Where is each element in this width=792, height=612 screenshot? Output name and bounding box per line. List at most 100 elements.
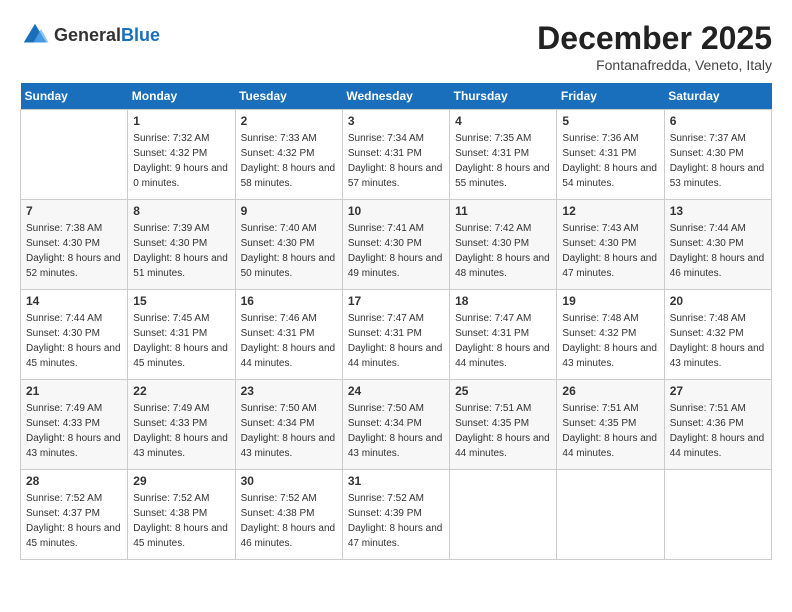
week-row-4: 21 Sunrise: 7:49 AMSunset: 4:33 PMDayligh…	[21, 380, 772, 470]
day-number: 20	[670, 294, 766, 308]
day-number: 19	[562, 294, 658, 308]
calendar-cell: 15 Sunrise: 7:45 AMSunset: 4:31 PMDayligh…	[128, 290, 235, 380]
col-tuesday: Tuesday	[235, 83, 342, 110]
cell-info: Sunrise: 7:46 AMSunset: 4:31 PMDaylight:…	[241, 311, 337, 371]
calendar-cell: 3Sunrise: 7:34 AMSunset: 4:31 PMDaylight…	[342, 110, 449, 200]
cell-info: Sunrise: 7:50 AMSunset: 4:34 PMDaylight:…	[241, 401, 337, 461]
week-row-1: 1Sunrise: 7:32 AMSunset: 4:32 PMDaylight…	[21, 110, 772, 200]
calendar-cell: 30 Sunrise: 7:52 AMSunset: 4:38 PMDayligh…	[235, 470, 342, 560]
calendar-cell: 14 Sunrise: 7:44 AMSunset: 4:30 PMDayligh…	[21, 290, 128, 380]
cell-info: Sunrise: 7:51 AMSunset: 4:36 PMDaylight:…	[670, 401, 766, 461]
cell-info: Sunrise: 7:34 AMSunset: 4:31 PMDaylight:…	[348, 131, 444, 191]
calendar-cell: 8 Sunrise: 7:39 AMSunset: 4:30 PMDaylight…	[128, 200, 235, 290]
calendar-cell: 23 Sunrise: 7:50 AMSunset: 4:34 PMDayligh…	[235, 380, 342, 470]
logo-icon	[20, 20, 50, 50]
calendar-cell: 26 Sunrise: 7:51 AMSunset: 4:35 PMDayligh…	[557, 380, 664, 470]
day-number: 4	[455, 114, 551, 128]
day-number: 24	[348, 384, 444, 398]
calendar-cell: 27 Sunrise: 7:51 AMSunset: 4:36 PMDayligh…	[664, 380, 771, 470]
calendar-cell: 2 Sunrise: 7:33 AMSunset: 4:32 PMDaylight…	[235, 110, 342, 200]
calendar-cell: 31 Sunrise: 7:52 AMSunset: 4:39 PMDayligh…	[342, 470, 449, 560]
day-number: 31	[348, 474, 444, 488]
day-number: 23	[241, 384, 337, 398]
cell-info: Sunrise: 7:41 AMSunset: 4:30 PMDaylight:…	[348, 221, 444, 281]
calendar-cell	[664, 470, 771, 560]
day-number: 18	[455, 294, 551, 308]
calendar-table: Sunday Monday Tuesday Wednesday Thursday…	[20, 83, 772, 560]
day-number: 12	[562, 204, 658, 218]
cell-info: Sunrise: 7:49 AMSunset: 4:33 PMDaylight:…	[26, 401, 122, 461]
cell-info: Sunrise: 7:49 AMSunset: 4:33 PMDaylight:…	[133, 401, 229, 461]
calendar-cell: 1Sunrise: 7:32 AMSunset: 4:32 PMDaylight…	[128, 110, 235, 200]
day-number: 25	[455, 384, 551, 398]
calendar-cell: 16 Sunrise: 7:46 AMSunset: 4:31 PMDayligh…	[235, 290, 342, 380]
calendar-cell: 4Sunrise: 7:35 AMSunset: 4:31 PMDaylight…	[450, 110, 557, 200]
col-thursday: Thursday	[450, 83, 557, 110]
col-friday: Friday	[557, 83, 664, 110]
calendar-cell: 10 Sunrise: 7:41 AMSunset: 4:30 PMDayligh…	[342, 200, 449, 290]
cell-info: Sunrise: 7:50 AMSunset: 4:34 PMDaylight:…	[348, 401, 444, 461]
calendar-cell	[21, 110, 128, 200]
day-number: 30	[241, 474, 337, 488]
cell-info: Sunrise: 7:40 AMSunset: 4:30 PMDaylight:…	[241, 221, 337, 281]
cell-info: Sunrise: 7:48 AMSunset: 4:32 PMDaylight:…	[670, 311, 766, 371]
week-row-2: 7 Sunrise: 7:38 AMSunset: 4:30 PMDaylight…	[21, 200, 772, 290]
title-area: December 2025 Fontanafredda, Veneto, Ita…	[537, 20, 772, 73]
cell-info: Sunrise: 7:52 AMSunset: 4:39 PMDaylight:…	[348, 491, 444, 551]
calendar-cell: 6Sunrise: 7:37 AMSunset: 4:30 PMDaylight…	[664, 110, 771, 200]
col-wednesday: Wednesday	[342, 83, 449, 110]
day-number: 28	[26, 474, 122, 488]
calendar-cell: 5 Sunrise: 7:36 AMSunset: 4:31 PMDaylight…	[557, 110, 664, 200]
day-number: 9	[241, 204, 337, 218]
calendar-cell: 7 Sunrise: 7:38 AMSunset: 4:30 PMDaylight…	[21, 200, 128, 290]
logo: GeneralBlue	[20, 20, 160, 50]
day-number: 7	[26, 204, 122, 218]
cell-info: Sunrise: 7:44 AMSunset: 4:30 PMDaylight:…	[26, 311, 122, 371]
week-row-5: 28Sunrise: 7:52 AMSunset: 4:37 PMDayligh…	[21, 470, 772, 560]
col-monday: Monday	[128, 83, 235, 110]
cell-info: Sunrise: 7:37 AMSunset: 4:30 PMDaylight:…	[670, 131, 766, 191]
cell-info: Sunrise: 7:42 AMSunset: 4:30 PMDaylight:…	[455, 221, 551, 281]
day-number: 16	[241, 294, 337, 308]
cell-info: Sunrise: 7:47 AMSunset: 4:31 PMDaylight:…	[455, 311, 551, 371]
cell-info: Sunrise: 7:52 AMSunset: 4:38 PMDaylight:…	[133, 491, 229, 551]
col-saturday: Saturday	[664, 83, 771, 110]
calendar-cell: 9 Sunrise: 7:40 AMSunset: 4:30 PMDaylight…	[235, 200, 342, 290]
calendar-cell	[450, 470, 557, 560]
cell-info: Sunrise: 7:36 AMSunset: 4:31 PMDaylight:…	[562, 131, 658, 191]
cell-info: Sunrise: 7:51 AMSunset: 4:35 PMDaylight:…	[455, 401, 551, 461]
day-number: 17	[348, 294, 444, 308]
logo-blue: Blue	[121, 25, 160, 45]
day-number: 14	[26, 294, 122, 308]
cell-info: Sunrise: 7:44 AMSunset: 4:30 PMDaylight:…	[670, 221, 766, 281]
day-number: 10	[348, 204, 444, 218]
cell-info: Sunrise: 7:47 AMSunset: 4:31 PMDaylight:…	[348, 311, 444, 371]
cell-info: Sunrise: 7:45 AMSunset: 4:31 PMDaylight:…	[133, 311, 229, 371]
day-number: 21	[26, 384, 122, 398]
col-sunday: Sunday	[21, 83, 128, 110]
calendar-cell: 28Sunrise: 7:52 AMSunset: 4:37 PMDayligh…	[21, 470, 128, 560]
header: GeneralBlue December 2025 Fontanafredda,…	[20, 20, 772, 73]
cell-info: Sunrise: 7:52 AMSunset: 4:38 PMDaylight:…	[241, 491, 337, 551]
calendar-cell: 17 Sunrise: 7:47 AMSunset: 4:31 PMDayligh…	[342, 290, 449, 380]
cell-info: Sunrise: 7:51 AMSunset: 4:35 PMDaylight:…	[562, 401, 658, 461]
day-number: 26	[562, 384, 658, 398]
calendar-cell	[557, 470, 664, 560]
calendar-cell: 20 Sunrise: 7:48 AMSunset: 4:32 PMDayligh…	[664, 290, 771, 380]
day-number: 8	[133, 204, 229, 218]
day-number: 15	[133, 294, 229, 308]
day-number: 27	[670, 384, 766, 398]
calendar-cell: 29Sunrise: 7:52 AMSunset: 4:38 PMDayligh…	[128, 470, 235, 560]
calendar-cell: 24 Sunrise: 7:50 AMSunset: 4:34 PMDayligh…	[342, 380, 449, 470]
location-title: Fontanafredda, Veneto, Italy	[537, 57, 772, 73]
cell-info: Sunrise: 7:39 AMSunset: 4:30 PMDaylight:…	[133, 221, 229, 281]
day-number: 11	[455, 204, 551, 218]
day-number: 22	[133, 384, 229, 398]
month-title: December 2025	[537, 20, 772, 57]
calendar-cell: 25 Sunrise: 7:51 AMSunset: 4:35 PMDayligh…	[450, 380, 557, 470]
cell-info: Sunrise: 7:33 AMSunset: 4:32 PMDaylight:…	[241, 131, 337, 191]
day-number: 5	[562, 114, 658, 128]
day-number: 2	[241, 114, 337, 128]
cell-info: Sunrise: 7:38 AMSunset: 4:30 PMDaylight:…	[26, 221, 122, 281]
logo-general: General	[54, 25, 121, 45]
